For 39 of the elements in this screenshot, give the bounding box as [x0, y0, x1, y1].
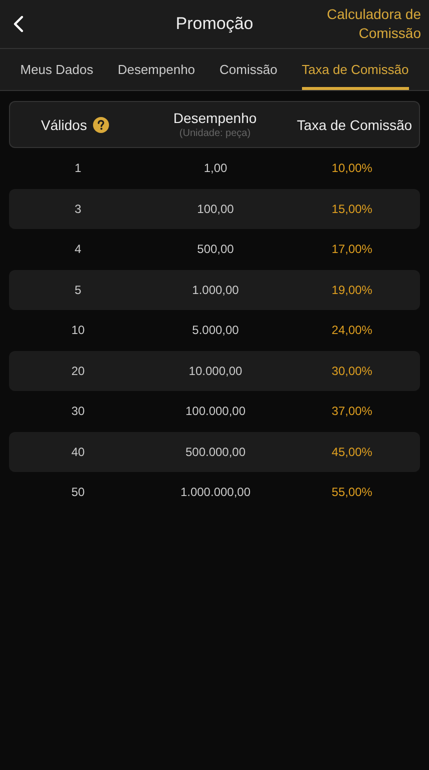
table-cell-text: 500,00 [196, 242, 235, 256]
table-cell-text: 100,00 [196, 202, 235, 216]
table-cell-text: 10 [70, 323, 86, 338]
column-header: Válidos [41, 116, 87, 132]
table-cell-text: 10,00% [330, 161, 374, 176]
tab[interactable]: Desempenho [118, 49, 196, 90]
unit-label: (Unidade: peça) [179, 128, 251, 139]
table-cell-text: 100.000,00 [184, 404, 247, 418]
table-cell-text: 1,00 [202, 161, 228, 176]
table-cell-text: 30 [70, 404, 86, 418]
column-header: Taxa de Comissão [296, 116, 412, 132]
column-header: Desempenho [173, 110, 257, 126]
table-cell-text: 45,00% [330, 444, 374, 459]
table-cell-text: 40 [70, 444, 86, 459]
back-icon [12, 15, 24, 33]
help-icon[interactable] [92, 116, 109, 132]
table-cell-text: 5 [74, 282, 82, 297]
table-cell-text: 1.000.000,00 [179, 485, 252, 500]
table-cell-text: 500.000,00 [184, 444, 247, 459]
calculator-link[interactable]: Calculadora de Comissão [316, 5, 421, 43]
table-cell-text: 20 [70, 364, 86, 378]
table-cell-text: 37,00% [330, 404, 374, 418]
tab[interactable]: Meus Dados [20, 49, 94, 90]
table-cell-text: 17,00% [330, 242, 374, 256]
table-cell-text: 55,00% [330, 485, 374, 500]
table-cell-text: 50 [70, 485, 86, 500]
table-cell-text: 3 [74, 202, 82, 216]
tab[interactable]: Taxa de Comissão [302, 49, 409, 90]
page-title: Promoção [176, 14, 254, 34]
table-cell-text: 5.000,00 [191, 323, 240, 338]
table-cell-text: 15,00% [330, 202, 374, 216]
table-cell-text: 30,00% [330, 364, 374, 378]
table-cell-text: 4 [74, 242, 82, 256]
table-cell-text: 1 [74, 161, 82, 176]
tab[interactable]: Comissão [220, 49, 278, 90]
table-cell-text: 24,00% [330, 323, 374, 338]
table-cell-text: 10.000,00 [188, 364, 244, 378]
table-cell-text: 19,00% [330, 282, 374, 297]
table-cell-text: 1.000,00 [191, 282, 240, 297]
